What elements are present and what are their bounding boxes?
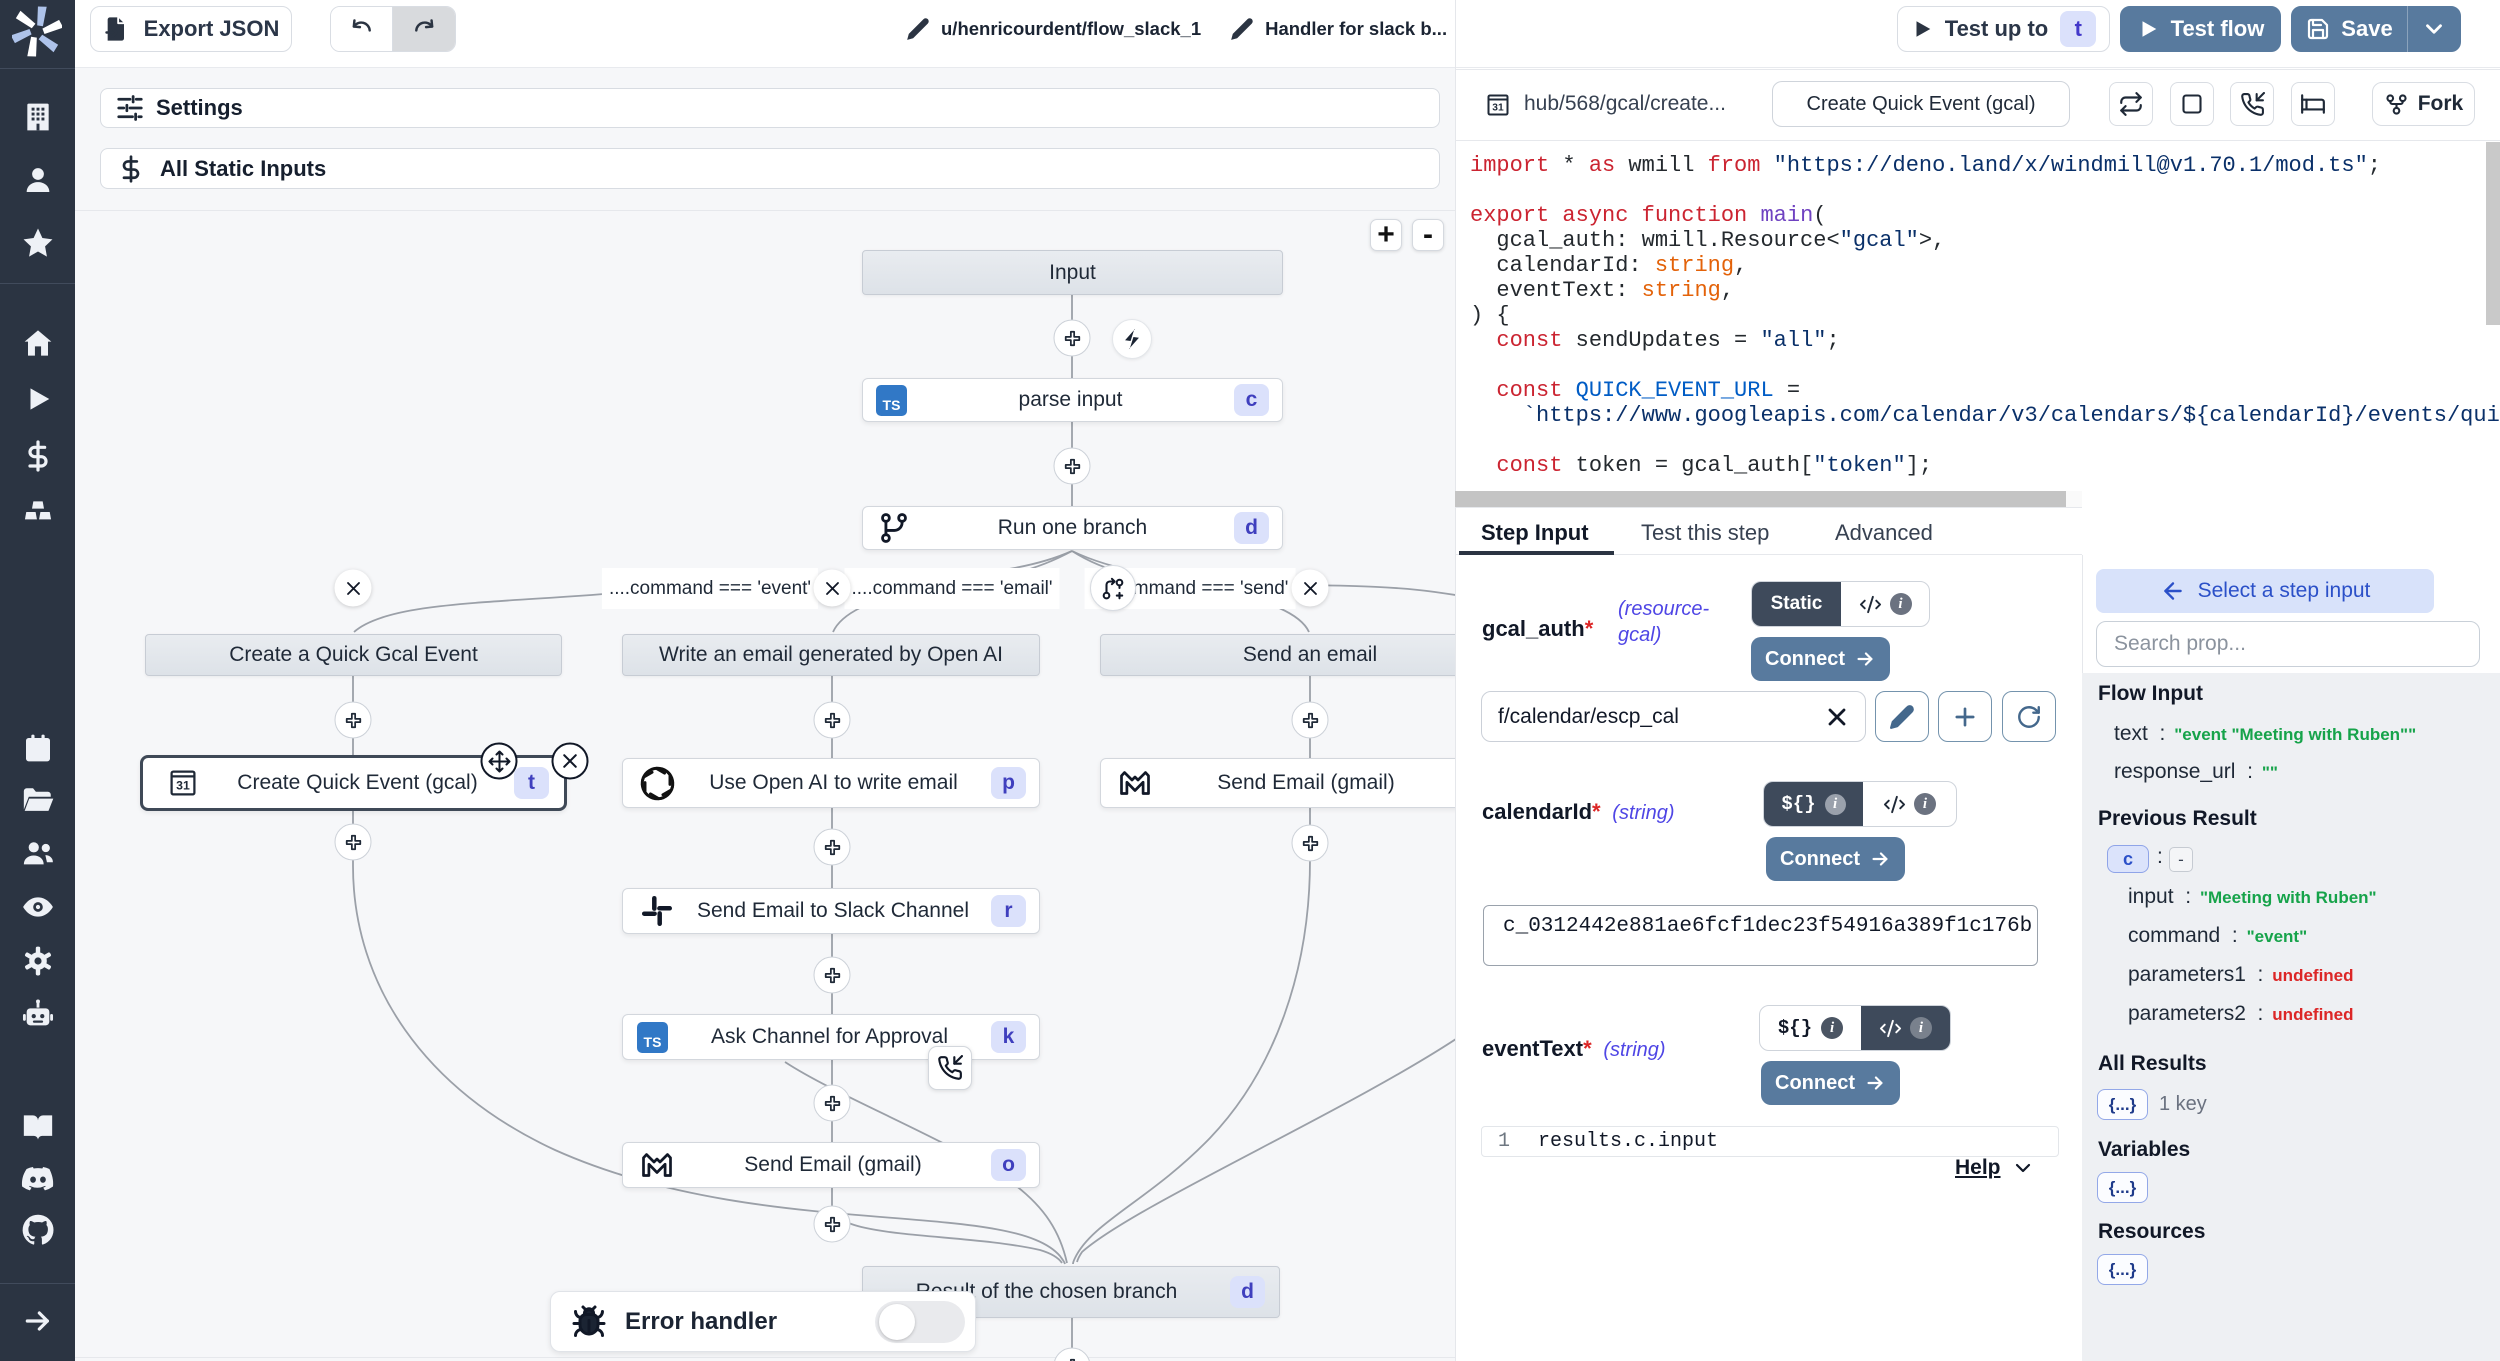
svg-text:31: 31 [176, 778, 190, 792]
svg-text:31: 31 [1492, 102, 1504, 113]
